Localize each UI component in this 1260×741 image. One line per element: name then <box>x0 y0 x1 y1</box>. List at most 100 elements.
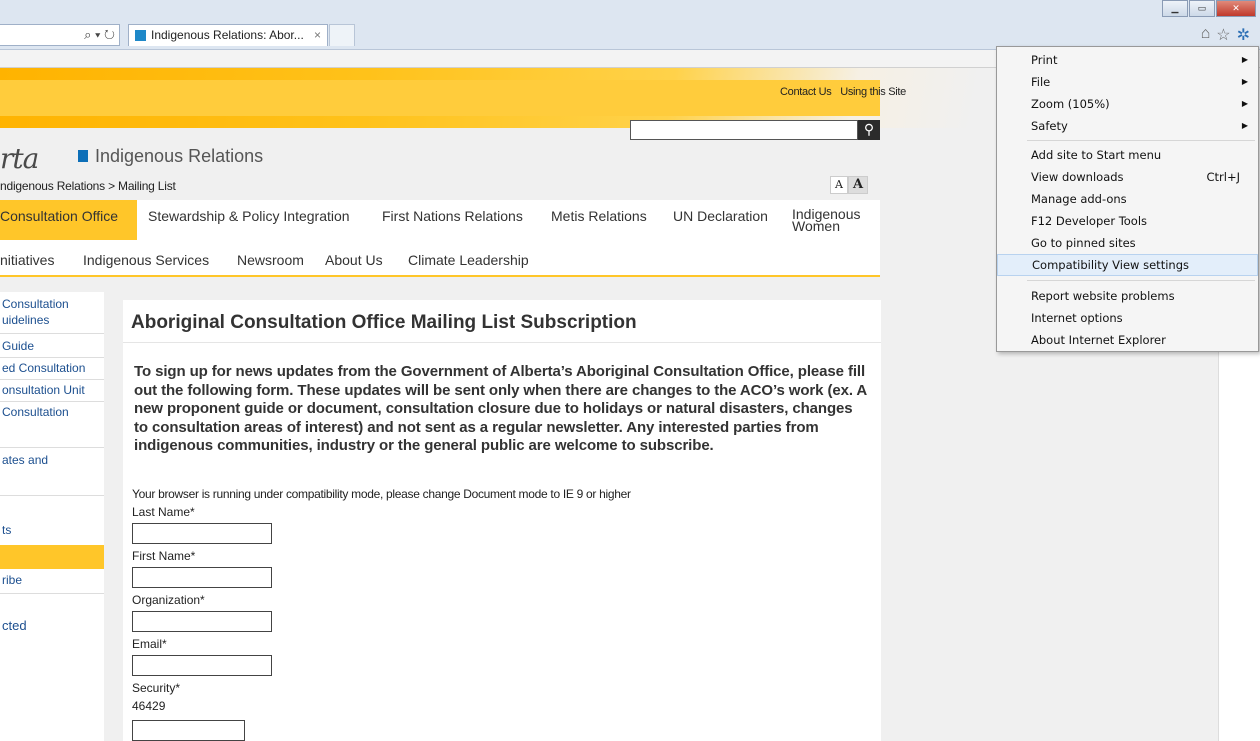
title-divider <box>123 342 881 343</box>
menu-item-label: Safety <box>1031 119 1068 133</box>
browser-tab[interactable]: Indigenous Relations: Abor... × <box>128 24 328 46</box>
sidebar-active-highlight <box>0 545 104 569</box>
menu-item-label: Add site to Start menu <box>1031 148 1162 162</box>
email-label: Email* <box>132 637 167 651</box>
header-band-inner <box>0 80 880 116</box>
menu-item-compatibility-view[interactable]: Compatibility View settings <box>997 254 1258 276</box>
nav-stewardship[interactable]: Stewardship & Policy Integration <box>148 208 350 224</box>
menu-item-label: Manage add-ons <box>1031 192 1127 206</box>
home-icon[interactable]: ⌂ <box>1201 25 1211 45</box>
menu-item-zoom[interactable]: Zoom (105%) ▶ <box>997 93 1258 115</box>
sidebar-item-label: ts <box>2 523 12 537</box>
sidebar-item[interactable]: Consultation <box>0 404 104 448</box>
organization-input[interactable] <box>132 611 272 632</box>
menu-item-label: F12 Developer Tools <box>1031 214 1148 228</box>
using-this-site-link[interactable]: Using this Site <box>840 86 906 98</box>
toolbar-icons: ⌂ ☆ ✲ <box>1201 25 1250 45</box>
submenu-arrow-icon: ▶ <box>1241 99 1248 108</box>
menu-item-label: Report website problems <box>1031 289 1175 303</box>
security-input[interactable] <box>132 720 245 741</box>
menu-item-label: Go to pinned sites <box>1031 236 1136 250</box>
nav-indigenous-services[interactable]: Indigenous Services <box>83 252 209 268</box>
menu-item-about-ie[interactable]: About Internet Explorer <box>997 329 1258 351</box>
sidebar-item-label: Guide <box>2 339 35 353</box>
new-tab-button[interactable] <box>329 24 355 46</box>
sidebar-item[interactable]: ed Consultation <box>0 360 104 380</box>
nav-women-word: Women <box>792 218 840 234</box>
compatibility-note: Your browser is running under compatibil… <box>132 487 631 501</box>
site-name[interactable]: Indigenous Relations <box>95 146 263 167</box>
last-name-input[interactable] <box>132 523 272 544</box>
text-size-large-button[interactable]: A <box>847 176 869 194</box>
tab-close-icon[interactable]: × <box>314 25 321 45</box>
nav-about-us[interactable]: About Us <box>325 252 383 268</box>
sidebar-item[interactable]: ts <box>0 522 104 542</box>
menu-item-label: Compatibility View settings <box>1032 258 1189 272</box>
menu-item-label: Zoom (105%) <box>1031 97 1110 111</box>
menu-item-internet-options[interactable]: Internet options <box>997 307 1258 329</box>
menu-item-label: About Internet Explorer <box>1031 333 1166 347</box>
vertical-scrollbar[interactable] <box>1218 352 1260 741</box>
organization-label: Organization* <box>132 593 205 607</box>
left-sidebar: Consultation uidelines Guide ed Consulta… <box>0 292 104 741</box>
main-content: Aboriginal Consultation Office Mailing L… <box>123 300 881 741</box>
nav-climate-leadership[interactable]: Climate Leadership <box>408 252 529 268</box>
submenu-arrow-icon: ▶ <box>1241 55 1248 64</box>
utility-links: Contact Us Using this Site <box>780 86 912 98</box>
restore-button[interactable]: ▭ <box>1189 0 1215 17</box>
menu-item-view-downloads[interactable]: View downloads Ctrl+J <box>997 166 1258 188</box>
menu-item-f12-tools[interactable]: F12 Developer Tools <box>997 210 1258 232</box>
sidebar-item[interactable]: onsultation Unit <box>0 382 104 402</box>
submenu-arrow-icon: ▶ <box>1241 77 1248 86</box>
gear-icon[interactable]: ✲ <box>1237 25 1250 45</box>
menu-item-label: File <box>1031 75 1051 89</box>
breadcrumb[interactable]: ndigenous Relations > Mailing List <box>0 179 176 193</box>
site-search-input[interactable] <box>630 120 858 140</box>
first-name-input[interactable] <box>132 567 272 588</box>
text-size-controls: A A <box>830 176 869 194</box>
nav-indigenous-women[interactable]: Indigenous Women <box>792 207 861 234</box>
sidebar-item[interactable]: Consultation uidelines <box>0 296 104 334</box>
menu-item-manage-addons[interactable]: Manage add-ons <box>997 188 1258 210</box>
tab-title: Indigenous Relations: Abor... <box>151 28 304 42</box>
alberta-logo[interactable]: rta <box>0 142 39 175</box>
sidebar-item-label: cted <box>2 618 27 633</box>
email-input[interactable] <box>132 655 272 676</box>
address-bar[interactable]: ⌕ ▾ ↻ <box>0 24 120 46</box>
menu-item-file[interactable]: File ▶ <box>997 71 1258 93</box>
sidebar-item-label: Consultation <box>2 297 69 311</box>
browser-chrome: ▁ ▭ ✕ ⌕ ▾ ↻ Indigenous Relations: Abor..… <box>0 0 1260 50</box>
text-size-small-button[interactable]: A <box>830 176 848 194</box>
menu-item-print[interactable]: Print ▶ <box>997 49 1258 71</box>
sidebar-item-label: ed Consultation <box>2 361 86 375</box>
minimize-button[interactable]: ▁ <box>1162 0 1188 17</box>
close-window-button[interactable]: ✕ <box>1216 0 1256 17</box>
nav-un-declaration[interactable]: UN Declaration <box>673 208 768 224</box>
search-refresh-icon[interactable]: ⌕ ▾ ↻ <box>84 27 115 43</box>
nav-initiatives[interactable]: nitiatives <box>0 252 54 268</box>
nav-first-nations[interactable]: First Nations Relations <box>382 208 523 224</box>
sidebar-item[interactable]: ates and <box>0 452 104 496</box>
sidebar-item-label: ribe <box>2 573 23 587</box>
menu-item-label: Print <box>1031 53 1058 67</box>
star-icon[interactable]: ☆ <box>1216 25 1230 45</box>
sidebar-item[interactable]: ribe <box>0 572 104 594</box>
menu-shortcut: Ctrl+J <box>1206 170 1241 184</box>
menu-item-pinned-sites[interactable]: Go to pinned sites <box>997 232 1258 254</box>
first-name-label: First Name* <box>132 549 196 563</box>
search-icon[interactable]: ⚲ <box>858 120 880 140</box>
nav-newsroom[interactable]: Newsroom <box>237 252 304 268</box>
sidebar-item-label: uidelines <box>2 313 50 327</box>
menu-item-report-problems[interactable]: Report website problems <box>997 285 1258 307</box>
sidebar-item-label: Consultation <box>2 405 69 419</box>
nav-consultation-office[interactable]: Consultation Office <box>0 208 118 224</box>
sidebar-item[interactable]: cted <box>0 618 104 642</box>
contact-us-link[interactable]: Contact Us <box>780 86 832 98</box>
menu-item-add-site[interactable]: Add site to Start menu <box>997 144 1258 166</box>
menu-separator <box>1027 140 1255 141</box>
nav-metis[interactable]: Metis Relations <box>551 208 647 224</box>
submenu-arrow-icon: ▶ <box>1241 121 1248 130</box>
sidebar-item[interactable]: Guide <box>0 338 104 358</box>
logo-square-icon <box>78 150 88 162</box>
menu-item-safety[interactable]: Safety ▶ <box>997 115 1258 137</box>
